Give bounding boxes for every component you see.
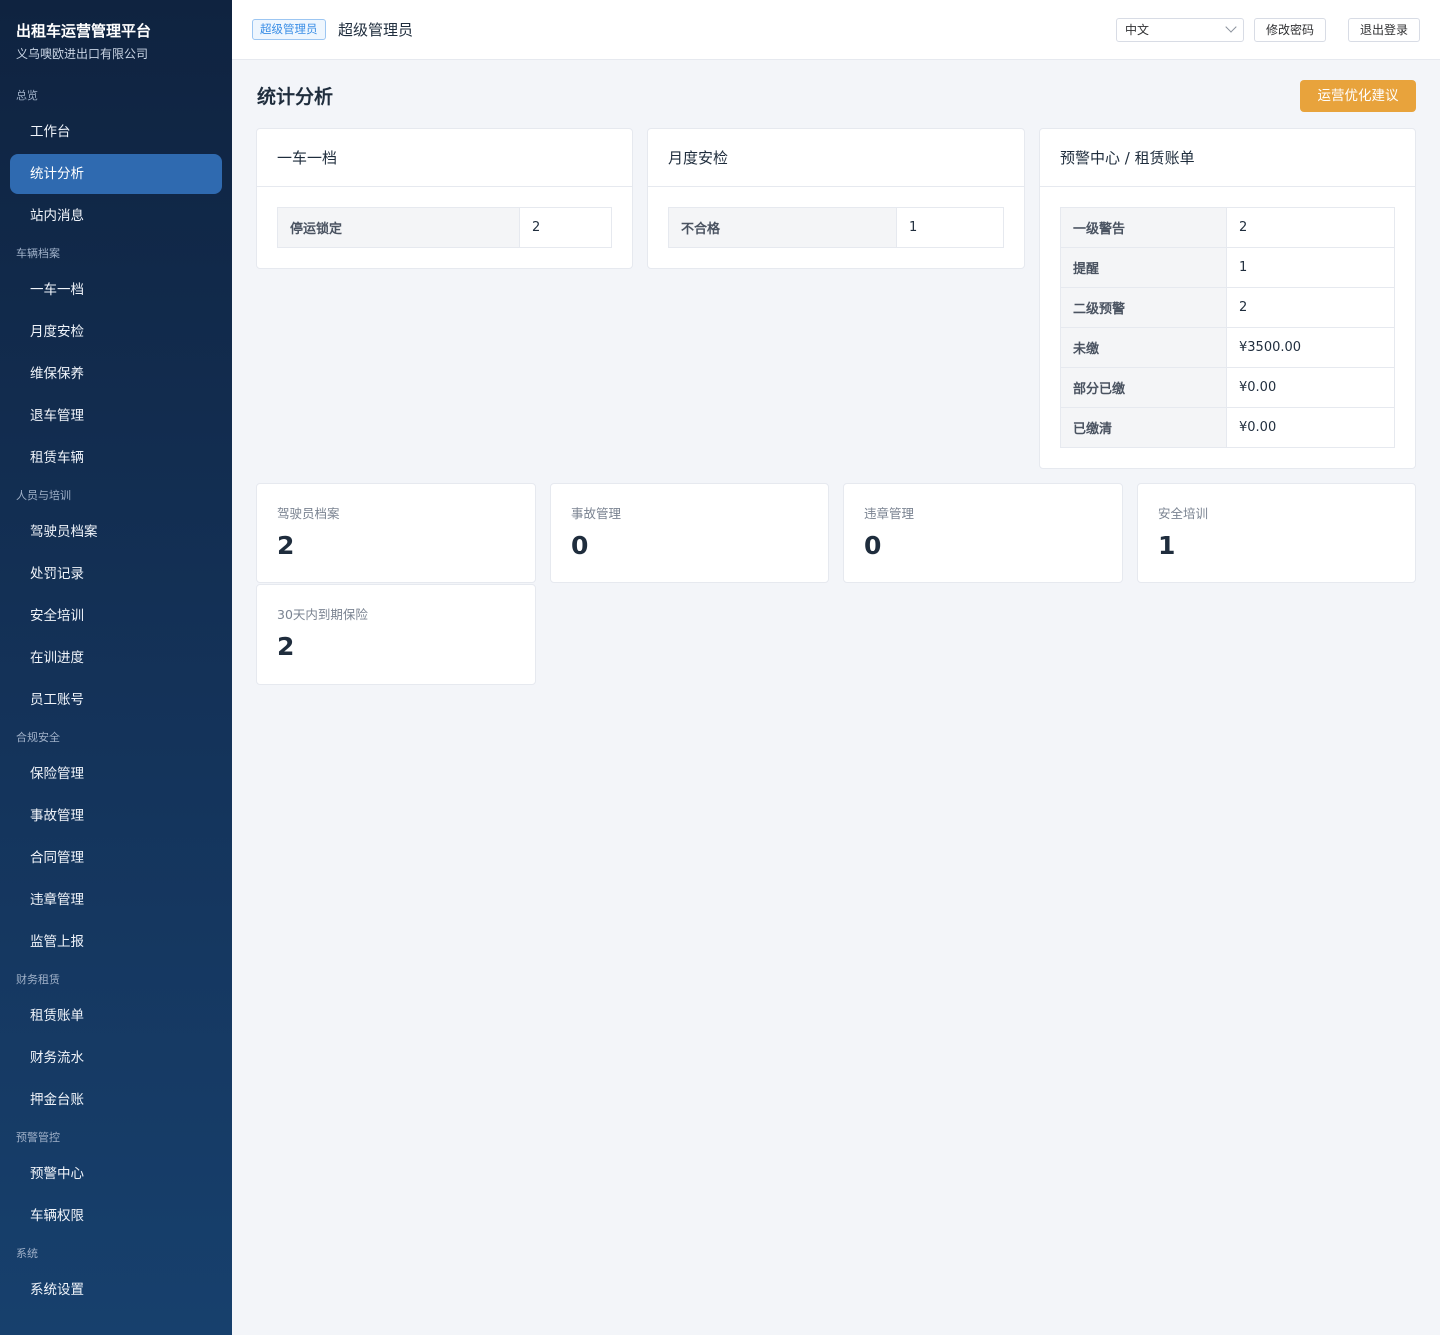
stat-card-accidents[interactable]: 事故管理 0 — [550, 483, 829, 583]
sidebar-item-messages[interactable]: 站内消息 — [10, 196, 222, 236]
sidebar-item-maintenance[interactable]: 维保保养 — [10, 354, 222, 394]
sidebar-item-safety-training[interactable]: 安全培训 — [10, 596, 222, 636]
sidebar-nav: 总览 工作台 统计分析 站内消息 车辆档案 一车一档 月度安检 维保保养 退车管… — [0, 80, 232, 1310]
row-key: 提醒 — [1060, 247, 1227, 288]
stat-card-expiring-insurance[interactable]: 30天内到期保险 2 — [256, 584, 536, 685]
row-value: ¥0.00 — [1226, 367, 1395, 408]
language-select[interactable]: 中文 — [1116, 18, 1244, 42]
stat-label: 30天内到期保险 — [277, 607, 368, 622]
sidebar-item-contracts[interactable]: 合同管理 — [10, 838, 222, 878]
table-row: 已缴清 ¥0.00 — [1060, 407, 1395, 448]
stat-label: 驾驶员档案 — [277, 506, 340, 521]
role-badge: 超级管理员 — [252, 19, 326, 40]
brand-title: 出租车运营管理平台 — [16, 22, 152, 40]
sidebar-item-vehicle-permissions[interactable]: 车辆权限 — [10, 1196, 222, 1236]
table-row: 一级警告 2 — [1060, 207, 1395, 248]
stat-value: 0 — [864, 531, 882, 560]
stat-card-safety-training[interactable]: 安全培训 1 — [1137, 483, 1416, 583]
sidebar-item-alert-center[interactable]: 预警中心 — [10, 1154, 222, 1194]
sidebar-item-rental-vehicles[interactable]: 租赁车辆 — [10, 438, 222, 478]
sidebar-item-driver-files[interactable]: 驾驶员档案 — [10, 512, 222, 552]
sidebar-item-accidents[interactable]: 事故管理 — [10, 796, 222, 836]
top-header: 超级管理员 超级管理员 中文 修改密码 退出登录 — [232, 0, 1440, 60]
sidebar-item-rental-bills[interactable]: 租赁账单 — [10, 996, 222, 1036]
table-row: 未缴 ¥3500.00 — [1060, 327, 1395, 368]
card-alert-bills: 预警中心 / 租赁账单 一级警告 2 提醒 1 二级预警 2 未缴 ¥3500.… — [1039, 128, 1416, 469]
nav-group-label-system: 系统 — [16, 1247, 38, 1260]
stat-value: 2 — [277, 632, 295, 661]
nav-group-label-vehicle: 车辆档案 — [16, 247, 60, 260]
sidebar: 出租车运营管理平台 义乌噢欧进出口有限公司 总览 工作台 统计分析 站内消息 车… — [0, 0, 232, 1335]
stat-label: 安全培训 — [1158, 506, 1209, 521]
sidebar-item-deposit-ledger[interactable]: 押金台账 — [10, 1080, 222, 1120]
row-value: ¥3500.00 — [1226, 327, 1395, 368]
nav-group-label-finance: 财务租赁 — [16, 973, 60, 986]
card-title: 预警中心 / 租赁账单 — [1040, 129, 1415, 187]
brand-subtitle: 义乌噢欧进出口有限公司 — [16, 47, 149, 61]
sidebar-item-workbench[interactable]: 工作台 — [10, 112, 222, 152]
card-monthly-inspection: 月度安检 不合格 1 — [647, 128, 1025, 269]
sidebar-item-vehicle-file[interactable]: 一车一档 — [10, 270, 222, 310]
table-row: 二级预警 2 — [1060, 287, 1395, 328]
row-key: 未缴 — [1060, 327, 1227, 368]
kv-table: 一级警告 2 提醒 1 二级预警 2 未缴 ¥3500.00 部分已缴 ¥0.0… — [1060, 207, 1395, 448]
sidebar-item-insurance[interactable]: 保险管理 — [10, 754, 222, 794]
table-row: 不合格 1 — [668, 207, 1004, 248]
kv-table: 不合格 1 — [668, 207, 1004, 248]
row-key: 一级警告 — [1060, 207, 1227, 248]
sidebar-item-statistics[interactable]: 统计分析 — [10, 154, 222, 194]
card-title: 月度安检 — [648, 129, 1024, 187]
stat-card-violations[interactable]: 违章管理 0 — [843, 483, 1123, 583]
row-key: 不合格 — [668, 207, 897, 248]
row-key: 停运锁定 — [277, 207, 520, 248]
row-value: 1 — [896, 207, 1004, 248]
language-select-value: 中文 — [1125, 23, 1150, 37]
stat-label: 事故管理 — [571, 506, 622, 521]
logout-button[interactable]: 退出登录 — [1348, 18, 1420, 42]
stat-label: 违章管理 — [864, 506, 915, 521]
kv-table: 停运锁定 2 — [277, 207, 612, 248]
role-name: 超级管理员 — [338, 21, 414, 39]
card-vehicle-file: 一车一档 停运锁定 2 — [256, 128, 633, 269]
sidebar-item-penalties[interactable]: 处罚记录 — [10, 554, 222, 594]
row-value: 1 — [1226, 247, 1395, 288]
change-password-button[interactable]: 修改密码 — [1254, 18, 1326, 42]
stat-card-drivers[interactable]: 驾驶员档案 2 — [256, 483, 536, 583]
chevron-down-icon — [1225, 21, 1237, 33]
card-title: 一车一档 — [257, 129, 632, 187]
sidebar-item-staff-accounts[interactable]: 员工账号 — [10, 680, 222, 720]
optimization-advice-button[interactable]: 运营优化建议 — [1300, 80, 1416, 112]
nav-group-label-compliance: 合规安全 — [16, 731, 60, 744]
sidebar-item-regulatory-report[interactable]: 监管上报 — [10, 922, 222, 962]
row-key: 二级预警 — [1060, 287, 1227, 328]
nav-group-label-staff: 人员与培训 — [16, 489, 71, 502]
table-row: 停运锁定 2 — [277, 207, 612, 248]
sidebar-item-violations[interactable]: 违章管理 — [10, 880, 222, 920]
nav-group-label-alerts: 预警管控 — [16, 1131, 60, 1144]
sidebar-item-training-progress[interactable]: 在训进度 — [10, 638, 222, 678]
stat-value: 1 — [1158, 531, 1176, 560]
table-row: 提醒 1 — [1060, 247, 1395, 288]
sidebar-item-finance-flow[interactable]: 财务流水 — [10, 1038, 222, 1078]
sidebar-item-vehicle-return[interactable]: 退车管理 — [10, 396, 222, 436]
sidebar-item-system-settings[interactable]: 系统设置 — [10, 1270, 222, 1310]
sidebar-item-monthly-inspection[interactable]: 月度安检 — [10, 312, 222, 352]
row-value: 2 — [1226, 207, 1395, 248]
table-row: 部分已缴 ¥0.00 — [1060, 367, 1395, 408]
row-key: 部分已缴 — [1060, 367, 1227, 408]
row-key: 已缴清 — [1060, 407, 1227, 448]
nav-group-label-overview: 总览 — [16, 89, 38, 102]
brand: 出租车运营管理平台 义乌噢欧进出口有限公司 — [0, 0, 232, 80]
page-title: 统计分析 — [257, 86, 334, 108]
row-value: 2 — [519, 207, 612, 248]
row-value: 2 — [1226, 287, 1395, 328]
stat-value: 0 — [571, 531, 589, 560]
stat-value: 2 — [277, 531, 295, 560]
row-value: ¥0.00 — [1226, 407, 1395, 448]
